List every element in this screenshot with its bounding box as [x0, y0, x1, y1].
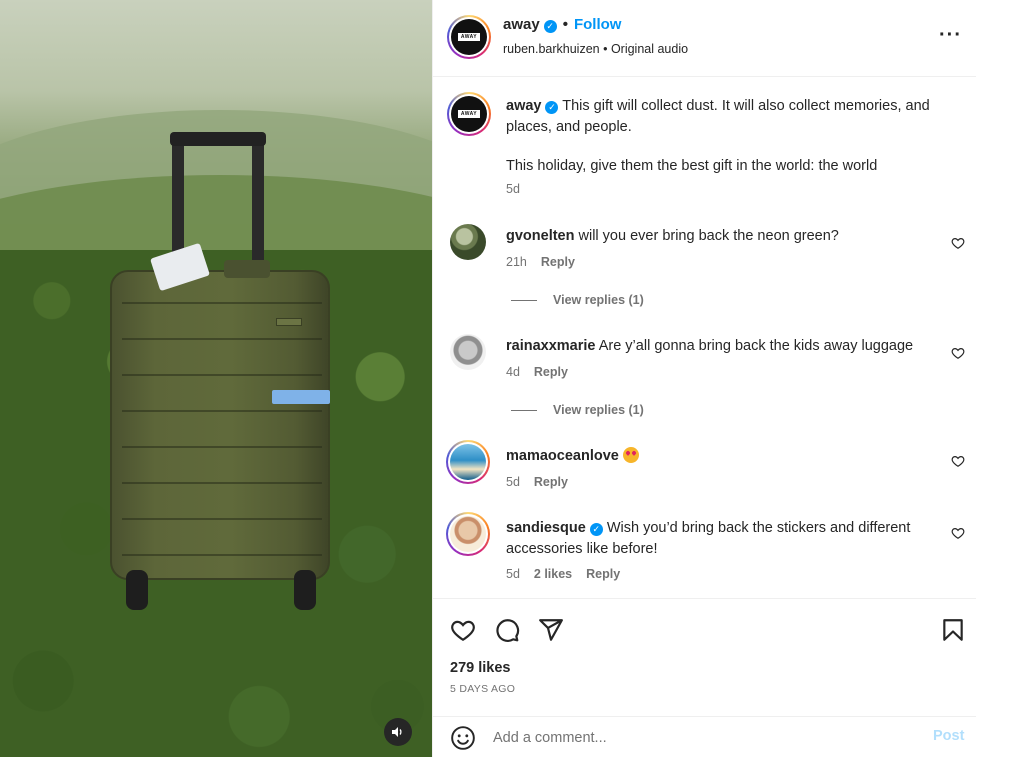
suitcase-image: [108, 132, 332, 614]
comment-meta: 21h Reply: [506, 255, 589, 269]
comment-text: gvonelten will you ever bring back the n…: [506, 226, 946, 247]
comment-meta: 5d 2 likes Reply: [506, 567, 634, 581]
caption-username[interactable]: away: [506, 98, 541, 114]
heart-icon[interactable]: [951, 454, 965, 468]
follow-button[interactable]: Follow: [574, 16, 622, 33]
suitcase-logo: [276, 318, 302, 326]
commenter-avatar[interactable]: [450, 224, 486, 260]
caption-text: away ✓ This gift will collect dust. It wi…: [506, 96, 946, 177]
audio-username[interactable]: ruben.barkhuizen: [503, 42, 600, 56]
commenter-username[interactable]: gvonelten: [506, 228, 574, 244]
commenter-avatar[interactable]: [446, 512, 490, 556]
speaker-icon[interactable]: [384, 718, 412, 746]
suitcase-handle: [252, 132, 264, 272]
post-date[interactable]: 5 DAYS AGO: [450, 683, 515, 695]
caption-line-2: This holiday, give them the best gift in…: [506, 158, 878, 174]
post-header: AWAY away ✓ • Follow ruben.barkhuizen • Ori…: [433, 0, 977, 77]
heart-icon[interactable]: [951, 526, 965, 540]
suitcase-wheel: [126, 570, 148, 610]
comment-input[interactable]: [493, 727, 913, 749]
verified-badge-icon: ✓: [543, 20, 557, 33]
suitcase-wheel: [294, 570, 316, 610]
caption-line-1: This gift will collect dust. It will als…: [506, 98, 930, 135]
verified-badge-icon: ✓: [589, 523, 603, 536]
comment-body: will you ever bring back the neon green?: [578, 228, 839, 244]
suitcase-shell: [110, 270, 330, 580]
reply-button[interactable]: Reply: [586, 567, 620, 581]
share-icon[interactable]: [538, 617, 564, 643]
comment-time[interactable]: 5d: [506, 567, 520, 581]
post-media[interactable]: [0, 0, 432, 757]
commenter-username[interactable]: rainaxxmarie: [506, 338, 595, 354]
audio-attribution: ruben.barkhuizen • Original audio: [503, 42, 689, 56]
post-comment-button[interactable]: Post: [933, 728, 964, 744]
suitcase-handle-grip: [170, 132, 266, 146]
comment-body: Are y’all gonna bring back the kids away…: [598, 338, 914, 354]
like-count[interactable]: 279 likes: [450, 660, 510, 676]
comment-meta: 4d Reply: [506, 365, 582, 379]
reply-button[interactable]: Reply: [534, 475, 568, 489]
heart-icon[interactable]: [951, 346, 965, 360]
view-replies-button[interactable]: View replies (1): [511, 293, 644, 307]
comment-text: sandiesque ✓ Wish you’d bring back the st…: [506, 518, 946, 560]
account-avatar[interactable]: AWAY: [447, 15, 491, 59]
emoji-icon[interactable]: [450, 725, 476, 751]
commenter-username[interactable]: sandiesque: [506, 520, 586, 536]
heart-eyes-emoji-icon: [622, 447, 639, 463]
heart-icon[interactable]: [450, 617, 476, 643]
comment-time[interactable]: 4d: [506, 365, 520, 379]
page-margin: [976, 0, 1024, 757]
caption-avatar[interactable]: AWAY: [447, 92, 491, 136]
comment-time[interactable]: 5d: [506, 475, 520, 489]
luggage-strap: [224, 260, 270, 278]
comment-icon[interactable]: [494, 617, 520, 643]
reply-button[interactable]: Reply: [541, 255, 575, 269]
header-username-row: away ✓ • Follow: [503, 16, 622, 33]
comment-likes[interactable]: 2 likes: [534, 567, 572, 581]
comment-meta: 5d Reply: [506, 475, 582, 489]
heart-icon[interactable]: [951, 236, 965, 250]
view-replies-button[interactable]: View replies (1): [511, 403, 644, 417]
comment-time[interactable]: 21h: [506, 255, 527, 269]
comment-text: mamaoceanlove: [506, 446, 946, 467]
verified-badge-icon: ✓: [545, 101, 559, 114]
bookmark-icon[interactable]: [940, 617, 966, 643]
reply-button[interactable]: Reply: [534, 365, 568, 379]
comment-text: rainaxxmarie Are y’all gonna bring back …: [506, 336, 946, 357]
commenter-avatar[interactable]: [446, 440, 490, 484]
comment-composer: Post: [433, 716, 977, 757]
commenter-username[interactable]: mamaoceanlove: [506, 448, 619, 464]
more-options-icon[interactable]: ···: [939, 24, 962, 47]
caption-timestamp[interactable]: 5d: [506, 182, 520, 196]
audio-label[interactable]: Original audio: [611, 42, 688, 56]
suitcase-sticker: [272, 390, 330, 404]
account-logo-text: AWAY: [457, 33, 481, 41]
account-username[interactable]: away: [503, 16, 540, 33]
post-actions: 279 likes 5 DAYS AGO: [433, 598, 977, 718]
commenter-avatar[interactable]: [450, 334, 486, 370]
post-details-panel: AWAY away ✓ • Follow ruben.barkhuizen • Ori…: [432, 0, 977, 757]
